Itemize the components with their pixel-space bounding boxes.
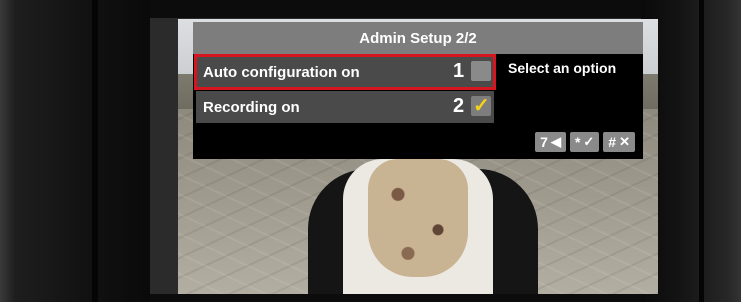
menu-option-number: 2	[453, 95, 465, 117]
back-arrow-icon: ◀	[550, 134, 561, 149]
confirm-check-icon: ✓	[583, 134, 595, 149]
device-bezel-left	[0, 0, 150, 302]
key-label: *	[574, 134, 581, 150]
menu-option-auto-configuration[interactable]: Auto configuration on 1	[194, 54, 496, 90]
key-hint-bar: 7 ◀ * ✓ # ✕	[535, 132, 635, 152]
device-bezel-bottom	[150, 294, 641, 302]
key-label: #	[608, 134, 617, 150]
menu-option-label: Auto configuration on	[203, 64, 360, 81]
auto-configuration-checkbox[interactable]	[471, 61, 491, 81]
menu-option-recording[interactable]: Recording on 2 ✓	[196, 91, 494, 123]
camera-screen: Admin Setup 2/2 Auto configuration on 1 …	[178, 19, 658, 294]
device-bezel-edge-left	[92, 0, 98, 302]
device-bezel-edge-right	[699, 0, 704, 302]
key-label: 7	[540, 134, 548, 150]
menu-option-number: 1	[453, 60, 465, 82]
recording-checkbox[interactable]: ✓	[471, 95, 491, 117]
menu-option-label: Recording on	[203, 99, 300, 116]
cancel-x-icon: ✕	[619, 134, 630, 149]
menu-title: Admin Setup 2/2	[193, 22, 643, 54]
admin-setup-menu: Admin Setup 2/2 Auto configuration on 1 …	[178, 19, 658, 159]
visitor-scarf	[368, 159, 468, 277]
confirm-button[interactable]: * ✓	[569, 132, 600, 152]
checkmark-icon: ✓	[473, 95, 490, 117]
menu-body: Auto configuration on 1 Recording on 2 ✓…	[193, 54, 643, 159]
device-bezel-top	[150, 0, 641, 18]
back-button[interactable]: 7 ◀	[535, 132, 566, 152]
cancel-button[interactable]: # ✕	[603, 132, 635, 152]
menu-hint: Select an option	[508, 60, 617, 76]
